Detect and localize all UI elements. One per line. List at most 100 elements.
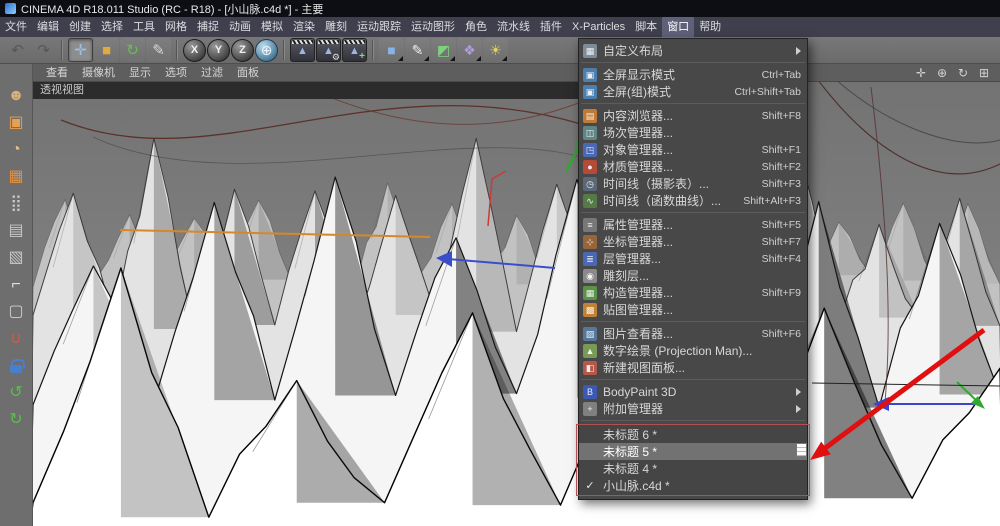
- menubar-item[interactable]: 帮助: [694, 17, 726, 37]
- move-tool-button[interactable]: ✛: [68, 38, 93, 62]
- menu-item[interactable]: ◷ 时间线（摄影表）... Shift+F3: [579, 175, 807, 192]
- model-mode-icon[interactable]: ◔: [3, 138, 29, 162]
- menu-item[interactable]: 未标题 6 *: [579, 426, 807, 443]
- menubar-item[interactable]: 网格: [160, 17, 192, 37]
- edge-mode-icon[interactable]: ▤: [3, 219, 29, 243]
- undo-button[interactable]: ↶: [5, 38, 30, 62]
- menu-item[interactable]: ▲ 数字绘景 (Projection Man)...: [579, 342, 807, 359]
- viewport-menu-item[interactable]: 选项: [158, 64, 194, 82]
- texture-mode-icon[interactable]: ▦: [3, 165, 29, 189]
- primitive-cube-button-glyph: ■: [387, 42, 396, 58]
- texture-mode-icon-glyph: ▦: [8, 168, 24, 185]
- menu-item[interactable]: ● 材质管理器... Shift+F2: [579, 158, 807, 175]
- menu-item[interactable]: ◫ 场次管理器...: [579, 124, 807, 141]
- menu-item[interactable]: + 附加管理器: [579, 400, 807, 417]
- make-editable-icon[interactable]: ▣: [3, 111, 29, 135]
- menu-item[interactable]: B BodyPaint 3D: [579, 383, 807, 400]
- menu-item[interactable]: 未标题 5 *: [579, 443, 807, 460]
- menu-item-label: 贴图管理器...: [603, 303, 674, 317]
- polygon-mode-icon[interactable]: ▧: [3, 246, 29, 270]
- y-axis-lock-button-glyph: Y: [214, 43, 223, 56]
- lock-icon[interactable]: [3, 354, 29, 378]
- menu-item[interactable]: ✓ 小山脉.c4d *: [579, 477, 807, 494]
- menu-item[interactable]: ▣ 全屏(组)模式 Ctrl+Shift+Tab: [579, 83, 807, 100]
- menubar-item[interactable]: 动画: [224, 17, 256, 37]
- menubar-item[interactable]: 文件: [0, 17, 32, 37]
- rotate-normals-icon[interactable]: ↺: [3, 381, 29, 405]
- menubar-item[interactable]: 插件: [535, 17, 567, 37]
- menubar-item[interactable]: 编辑: [32, 17, 64, 37]
- menu-item[interactable]: ◳ 对象管理器... Shift+F1: [579, 141, 807, 158]
- spline-pen-button[interactable]: ✎: [405, 38, 430, 62]
- y-axis-lock-button[interactable]: Y: [207, 38, 230, 62]
- menubar-item[interactable]: 渲染: [288, 17, 320, 37]
- redo-button[interactable]: ↷: [31, 38, 56, 62]
- menu-item-label: 层管理器...: [603, 252, 662, 266]
- viewport-select-icon[interactable]: ▢: [3, 300, 29, 324]
- menu-item[interactable]: ⊹ 坐标管理器... Shift+F7: [579, 233, 807, 250]
- render-view-button[interactable]: ▲: [290, 38, 315, 62]
- menubar-item[interactable]: 雕刻: [320, 17, 352, 37]
- menu-item[interactable]: ▦ 自定义布局: [579, 42, 807, 59]
- deformer-button[interactable]: ❖: [457, 38, 482, 62]
- render-settings-button[interactable]: ▲: [316, 38, 341, 62]
- menubar-item[interactable]: 角色: [460, 17, 492, 37]
- menubar-item[interactable]: 运动图形: [406, 17, 460, 37]
- environment-button[interactable]: ☀: [483, 38, 508, 62]
- menu-item[interactable]: ≣ 层管理器... Shift+F4: [579, 250, 807, 267]
- bodypaint-mode-icon[interactable]: ☻: [3, 84, 29, 108]
- menubar-item[interactable]: 创建: [64, 17, 96, 37]
- render-queue-button[interactable]: ▲: [342, 38, 367, 62]
- viewport-menu-item[interactable]: 摄像机: [75, 64, 122, 82]
- coordinate-system-button[interactable]: ⊕: [255, 38, 278, 62]
- snap-icon[interactable]: ∪: [3, 327, 29, 351]
- submenu-arrow-icon: [796, 46, 801, 55]
- scale-tool-button[interactable]: ■: [94, 38, 119, 62]
- menu-item[interactable]: ▦ 构造管理器... Shift+F9: [579, 284, 807, 301]
- menu-item[interactable]: ≡ 属性管理器... Shift+F5: [579, 216, 807, 233]
- viewport-title-label: 透视视图: [40, 84, 84, 96]
- primitive-cube-button[interactable]: ■: [379, 38, 404, 62]
- generator-button[interactable]: ◩: [431, 38, 456, 62]
- menu-item-label: 属性管理器...: [603, 218, 674, 232]
- deformer-button-glyph: ❖: [463, 42, 476, 58]
- viewport-menu-item[interactable]: 过滤: [194, 64, 230, 82]
- x-axis-lock-button[interactable]: X: [183, 38, 206, 62]
- menubar-item-window-active[interactable]: 窗口: [662, 17, 695, 37]
- menu-item[interactable]: ▣ 全屏显示模式 Ctrl+Tab: [579, 66, 807, 83]
- menu-item[interactable]: ▨ 图片查看器... Shift+F6: [579, 325, 807, 342]
- z-axis-lock-button[interactable]: Z: [231, 38, 254, 62]
- point-mode-icon[interactable]: ⣿: [3, 192, 29, 216]
- viewport-menu-item[interactable]: 显示: [122, 64, 158, 82]
- menu-item[interactable]: ◉ 雕刻层...: [579, 267, 807, 284]
- last-used-tool-button[interactable]: ✎: [146, 38, 171, 62]
- rotate-view-icon[interactable]: ↻: [955, 66, 971, 80]
- window-menu-dropdown: ▦ 自定义布局 ▣ 全屏显示模式 Ctrl+Tab ▣ 全屏(组)模式 Ctrl+Shift+…: [576, 38, 810, 500]
- perspective-viewport[interactable]: 透视视图: [33, 82, 1000, 526]
- menu-item[interactable]: ▩ 贴图管理器...: [579, 301, 807, 318]
- menubar-item[interactable]: 运动跟踪: [352, 17, 406, 37]
- scale-normals-icon[interactable]: ↻: [3, 408, 29, 432]
- menubar-item[interactable]: 模拟: [256, 17, 288, 37]
- menu-item[interactable]: 未标题 4 *: [579, 460, 807, 477]
- menu-item[interactable]: ◧ 新建视图面板...: [579, 359, 807, 376]
- menu-item[interactable]: ▤ 内容浏览器... Shift+F8: [579, 107, 807, 124]
- pan-view-icon[interactable]: ✛: [913, 66, 929, 80]
- zoom-view-icon[interactable]: ⊕: [934, 66, 950, 80]
- menubar-item[interactable]: 流水线: [492, 17, 535, 37]
- menubar-item[interactable]: X-Particles: [567, 17, 630, 37]
- menubar-item[interactable]: 工具: [128, 17, 160, 37]
- axis-mode-icon[interactable]: ⌐: [3, 273, 29, 297]
- menu-item[interactable]: ∿ 时间线（函数曲线）... Shift+Alt+F3: [579, 192, 807, 209]
- toggle-views-icon[interactable]: ⊞: [976, 66, 992, 80]
- menubar-item[interactable]: 脚本: [630, 17, 662, 37]
- viewport-menu-item[interactable]: 查看: [39, 64, 75, 82]
- viewport-nav-controls: ✛ ⊕ ↻ ⊞: [913, 66, 1000, 80]
- viewport-menu-item[interactable]: 面板: [230, 64, 266, 82]
- viewport-canvas[interactable]: [33, 82, 1000, 526]
- menubar-item[interactable]: 捕捉: [192, 17, 224, 37]
- attribute-manager-icon: ≡: [583, 217, 597, 232]
- lock-glyph: [10, 359, 25, 373]
- rotate-tool-button[interactable]: ↻: [120, 38, 145, 62]
- menubar-item[interactable]: 选择: [96, 17, 128, 37]
